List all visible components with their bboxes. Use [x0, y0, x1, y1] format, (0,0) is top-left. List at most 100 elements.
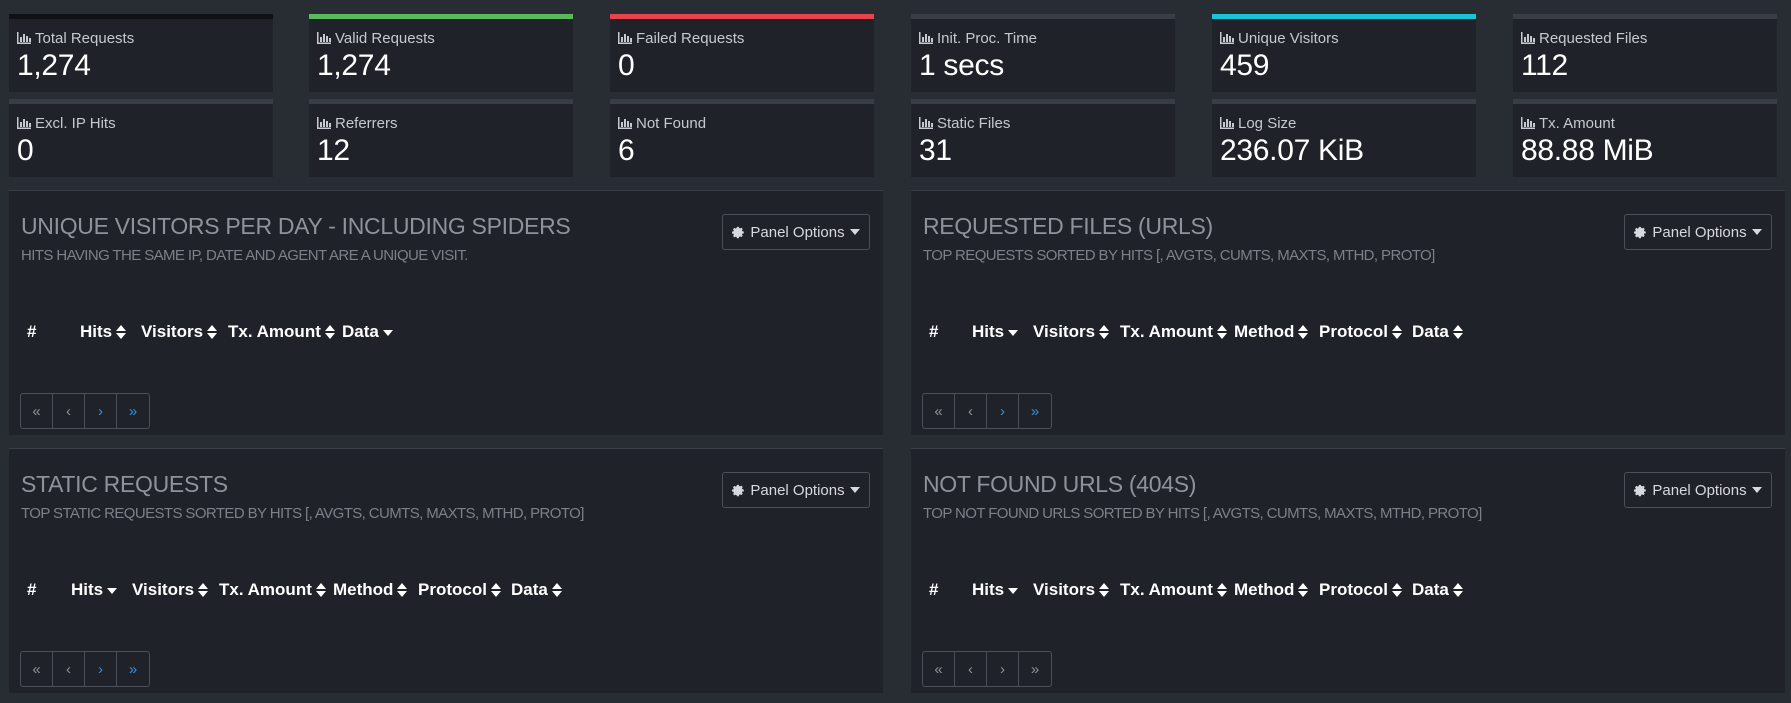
panel-not-found-urls: NOT FOUND URLS (404S) TOP NOT FOUND URLS… — [911, 448, 1785, 693]
last-page-button[interactable]: » — [117, 394, 149, 428]
prev-page-button[interactable]: ‹ — [53, 652, 85, 686]
col-data[interactable]: Data — [1412, 322, 1463, 342]
caret-down-icon — [1751, 487, 1762, 493]
overall-stats-right: Init. Proc. Time 1 secs Unique Visitors … — [911, 0, 1785, 177]
sort-icon — [1216, 325, 1227, 339]
panel-options-button[interactable]: Panel Options — [1624, 472, 1772, 508]
right-column: Init. Proc. Time 1 secs Unique Visitors … — [911, 0, 1785, 693]
col-hits[interactable]: Hits — [972, 580, 1019, 600]
tile-value: 12 — [317, 134, 350, 167]
gear-icon — [1634, 484, 1647, 496]
sort-icon — [1099, 583, 1110, 597]
tile-label: Not Found — [636, 114, 707, 132]
col-method[interactable]: Method — [1234, 580, 1309, 600]
col-tx-amount[interactable]: Tx. Amount — [1120, 322, 1227, 342]
bar-chart-icon — [1220, 32, 1234, 44]
first-page-button[interactable]: « — [21, 394, 53, 428]
prev-page-button[interactable]: ‹ — [53, 394, 85, 428]
panel-title: STATIC REQUESTS — [21, 471, 228, 497]
caret-down-icon — [1751, 229, 1762, 235]
pagination: « ‹ › » — [922, 393, 1052, 429]
col-visitors[interactable]: Visitors — [141, 322, 218, 342]
panel-options-label: Panel Options — [750, 481, 845, 499]
col-tx-amount[interactable]: Tx. Amount — [228, 322, 335, 342]
panel-subtitle: TOP NOT FOUND URLS SORTED BY HITS [, AVG… — [923, 505, 1482, 522]
tile-not-found: Not Found 6 — [610, 99, 874, 177]
tile-value: 6 — [618, 134, 635, 167]
tile-value: 88.88 MiB — [1521, 134, 1654, 167]
tile-requested-files: Requested Files 112 — [1513, 14, 1777, 92]
col-visitors[interactable]: Visitors — [132, 580, 209, 600]
gear-icon — [732, 484, 745, 496]
col-data[interactable]: Data — [511, 580, 562, 600]
tile-unique-visitors: Unique Visitors 459 — [1212, 14, 1476, 92]
col-hits[interactable]: Hits — [972, 322, 1019, 342]
panel-static-requests: STATIC REQUESTS TOP STATIC REQUESTS SORT… — [9, 448, 883, 693]
next-page-button[interactable]: › — [987, 652, 1019, 686]
col-index: # — [929, 580, 939, 599]
panel-subtitle: TOP REQUESTS SORTED BY HITS [, AVGTS, CU… — [923, 247, 1435, 264]
tile-value: 112 — [1521, 49, 1568, 82]
col-method[interactable]: Method — [1234, 322, 1309, 342]
gear-icon — [732, 226, 745, 238]
gear-icon — [1634, 226, 1647, 238]
bar-chart-icon — [317, 117, 331, 129]
next-page-button[interactable]: › — [85, 394, 117, 428]
col-method[interactable]: Method — [333, 580, 408, 600]
prev-page-button[interactable]: ‹ — [955, 394, 987, 428]
sort-icon — [1452, 583, 1463, 597]
sort-icon — [198, 583, 209, 597]
tile-failed-requests: Failed Requests 0 — [610, 14, 874, 92]
panel-options-button[interactable]: Panel Options — [722, 214, 870, 250]
first-page-button[interactable]: « — [21, 652, 53, 686]
panel-options-button[interactable]: Panel Options — [722, 472, 870, 508]
last-page-button[interactable]: » — [1019, 652, 1051, 686]
panel-title: NOT FOUND URLS (404S) — [923, 471, 1197, 497]
last-page-button[interactable]: » — [117, 652, 149, 686]
col-tx-amount[interactable]: Tx. Amount — [219, 580, 326, 600]
sort-icon — [315, 583, 326, 597]
tile-total-requests: Total Requests 1,274 — [9, 14, 273, 92]
prev-page-button[interactable]: ‹ — [955, 652, 987, 686]
tile-label: Requested Files — [1539, 29, 1648, 47]
first-page-button[interactable]: « — [923, 394, 955, 428]
sort-icon — [551, 583, 562, 597]
col-visitors[interactable]: Visitors — [1033, 580, 1110, 600]
col-protocol[interactable]: Protocol — [1319, 322, 1402, 342]
panel-options-button[interactable]: Panel Options — [1624, 214, 1772, 250]
sort-icon — [1452, 325, 1463, 339]
next-page-button[interactable]: › — [987, 394, 1019, 428]
bar-chart-icon — [618, 117, 632, 129]
col-visitors[interactable]: Visitors — [1033, 322, 1110, 342]
table-header: # Hits Visitors Tx. Amount Method Protoc… — [911, 322, 1785, 346]
tile-label: Excl. IP Hits — [35, 114, 116, 132]
col-hits[interactable]: Hits — [80, 322, 127, 342]
sort-icon — [1391, 325, 1402, 339]
col-data[interactable]: Data — [1412, 580, 1463, 600]
col-protocol[interactable]: Protocol — [418, 580, 501, 600]
col-data[interactable]: Data — [342, 322, 393, 342]
panel-requested-files: REQUESTED FILES (URLS) TOP REQUESTS SORT… — [911, 190, 1785, 435]
bar-chart-icon — [1521, 117, 1535, 129]
col-protocol[interactable]: Protocol — [1319, 580, 1402, 600]
sort-desc-icon — [382, 330, 393, 336]
tile-value: 0 — [17, 134, 34, 167]
sort-icon — [1298, 325, 1309, 339]
table-header: # Hits Visitors Tx. Amount Method Protoc… — [911, 580, 1785, 604]
last-page-button[interactable]: » — [1019, 394, 1051, 428]
tile-label: Static Files — [937, 114, 1011, 132]
sort-desc-icon — [1008, 588, 1019, 594]
first-page-button[interactable]: « — [923, 652, 955, 686]
sort-desc-icon — [1008, 330, 1019, 336]
bar-chart-icon — [919, 32, 933, 44]
col-hits[interactable]: Hits — [71, 580, 118, 600]
next-page-button[interactable]: › — [85, 652, 117, 686]
sort-icon — [324, 325, 335, 339]
tile-value: 31 — [919, 134, 952, 167]
tile-value: 1,274 — [17, 49, 91, 82]
panel-title: UNIQUE VISITORS PER DAY - INCLUDING SPID… — [21, 213, 571, 239]
pagination: « ‹ › » — [922, 651, 1052, 687]
pagination: « ‹ › » — [20, 393, 150, 429]
sort-icon — [1216, 583, 1227, 597]
col-tx-amount[interactable]: Tx. Amount — [1120, 580, 1227, 600]
